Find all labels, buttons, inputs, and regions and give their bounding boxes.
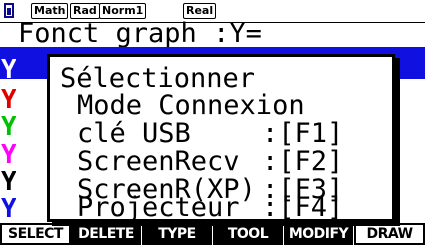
graph-function-y3[interactable]: Y3 <box>0 115 16 139</box>
graph-function-y6[interactable]: Y6 <box>0 197 16 221</box>
status-chip-real: Real <box>183 3 217 19</box>
graph-function-label: Y6 <box>1 197 16 221</box>
option-label: clé USB <box>77 118 191 149</box>
graph-function-y1[interactable]: Y1 <box>0 58 16 82</box>
dialog-heading: Sélectionner <box>60 63 256 94</box>
calculator-screen: Math Rad Norm1 Real Fonct graph :Y= Y1 Y… <box>0 0 425 246</box>
status-chip-norm: Norm1 <box>99 3 147 19</box>
graph-function-label: Y3 <box>1 115 16 139</box>
graph-function-y4[interactable]: Y4 <box>0 143 16 167</box>
battery-icon <box>4 3 14 18</box>
option-screenrecv-fkey: :[F2] <box>262 146 344 177</box>
option-projecteur-fkey: :[F4] <box>262 192 344 223</box>
f2-delete-key[interactable]: DELETE <box>71 223 141 245</box>
f3-type-key[interactable]: TYPE <box>142 223 212 245</box>
option-usb-key[interactable]: clé USB <box>77 120 191 148</box>
option-label: Projecteur <box>77 192 240 223</box>
option-label: ScreenRecv <box>77 146 240 177</box>
f1-select-key[interactable]: SELECT <box>0 223 71 245</box>
status-chip-math: Math <box>31 3 69 19</box>
graph-function-label: Y1 <box>1 58 16 82</box>
dialog-subheading: Mode Connexion <box>77 90 305 121</box>
f5-modify-key[interactable]: MODIFY <box>284 223 353 245</box>
option-screenrecv[interactable]: ScreenRecv <box>77 148 240 176</box>
connection-mode-dialog: Sélectionner Mode Connexion clé USB :[F1… <box>47 54 395 222</box>
f4-tool-key[interactable]: TOOL <box>213 223 283 245</box>
graph-function-label: Y4 <box>1 143 16 167</box>
status-chip-rad: Rad <box>70 3 100 19</box>
graph-function-label: Y5 <box>1 170 16 194</box>
option-projecteur[interactable]: Projecteur <box>77 194 240 222</box>
graph-function-y5[interactable]: Y5 <box>0 170 16 194</box>
graph-list-title: Fonct graph :Y= <box>18 18 262 49</box>
function-key-bar: SELECT DELETE TYPE TOOL MODIFY DRAW <box>0 222 425 246</box>
option-usb-fkey: :[F1] <box>262 118 344 149</box>
graph-function-y2[interactable]: Y2 <box>0 88 16 112</box>
graph-function-label: Y2 <box>1 88 16 112</box>
f6-draw-key[interactable]: DRAW <box>354 223 425 245</box>
